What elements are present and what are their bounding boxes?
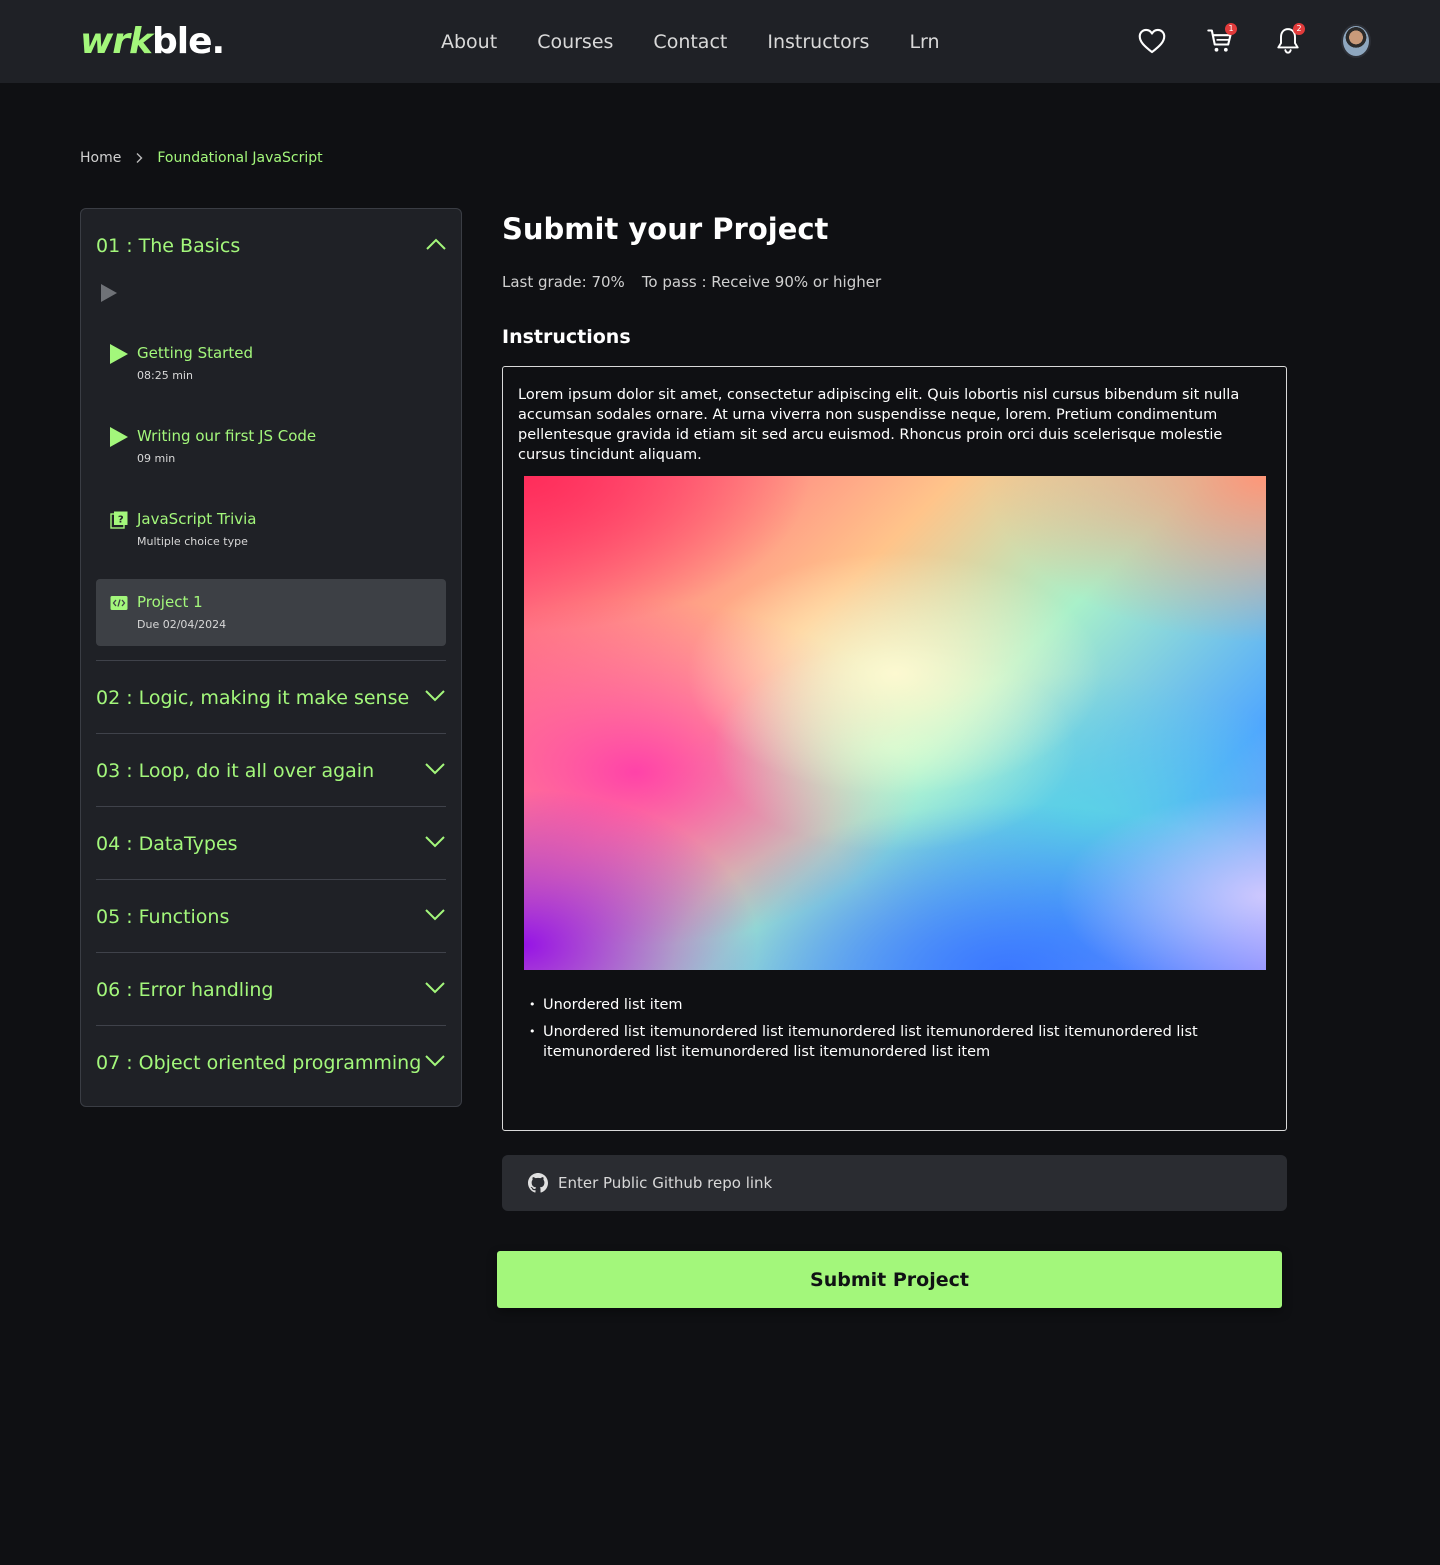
avatar <box>1341 24 1371 58</box>
cart-button[interactable]: 1 <box>1205 23 1237 57</box>
breadcrumb-home[interactable]: Home <box>80 148 121 168</box>
module-title: 07 : Object oriented programming <box>96 1052 422 1074</box>
course-sidebar: 01 : The Basics Getting Started 08:25 mi… <box>80 208 462 1107</box>
nav-instructors[interactable]: Instructors <box>767 30 869 54</box>
module-title: 02 : Logic, making it make sense <box>96 687 410 709</box>
wishlist-button[interactable] <box>1137 25 1167 57</box>
module-title: 03 : Loop, do it all over again <box>96 760 375 782</box>
instructions-heading: Instructions <box>502 326 631 348</box>
logo[interactable]: wrkble. <box>80 18 225 66</box>
github-icon <box>528 1173 548 1193</box>
breadcrumb-current[interactable]: Foundational JavaScript <box>157 148 322 168</box>
page-title: Submit your Project <box>502 212 829 246</box>
github-link-input[interactable] <box>558 1171 1258 1195</box>
cart-badge: 1 <box>1225 23 1237 35</box>
chevron-down-icon <box>425 1055 445 1067</box>
lesson-type: Multiple choice type <box>137 535 248 548</box>
notifications-badge: 2 <box>1293 23 1305 35</box>
module-item[interactable]: 07 : Object oriented programming <box>96 1025 446 1098</box>
header-actions: 1 2 <box>1137 23 1371 58</box>
nav-contact[interactable]: Contact <box>653 30 727 54</box>
lesson-title: Project 1 <box>137 593 203 611</box>
module-item[interactable]: 02 : Logic, making it make sense <box>96 660 446 733</box>
lesson-duration: 08:25 min <box>137 369 193 382</box>
module-item[interactable]: 06 : Error handling <box>96 952 446 1025</box>
chevron-down-icon <box>425 763 445 775</box>
module-title: 06 : Error handling <box>96 979 274 1001</box>
lesson-title: JavaScript Trivia <box>137 510 257 528</box>
instructions-list: Unordered list item Unordered list itemu… <box>529 995 1229 1069</box>
module-title: 04 : DataTypes <box>96 833 238 855</box>
code-icon <box>110 596 128 610</box>
submit-project-button[interactable]: Submit Project <box>497 1251 1282 1308</box>
instructions-panel: Lorem ipsum dolor sit amet, consectetur … <box>502 366 1287 1131</box>
play-icon[interactable] <box>99 283 119 303</box>
top-navbar: wrkble. About Courses Contact Instructor… <box>0 0 1440 83</box>
instructions-image <box>524 476 1266 970</box>
nav-about[interactable]: About <box>441 30 497 54</box>
lesson-due-date: Due 02/04/2024 <box>137 618 227 631</box>
module-item[interactable]: 05 : Functions <box>96 879 446 952</box>
chevron-up-icon[interactable] <box>425 237 447 251</box>
pass-requirement: To pass : Receive 90% or higher <box>641 273 882 291</box>
nav-courses[interactable]: Courses <box>537 30 613 54</box>
grade-info: Last grade: 70% To pass : Receive 90% or… <box>502 272 881 292</box>
breadcrumb: Home Foundational JavaScript <box>80 148 323 168</box>
lesson-title: Getting Started <box>137 344 253 362</box>
github-link-field[interactable] <box>502 1155 1287 1211</box>
nav-lrn[interactable]: Lrn <box>909 30 939 54</box>
play-icon <box>110 344 128 364</box>
list-item: Unordered list item <box>529 995 1229 1015</box>
chevron-down-icon <box>425 909 445 921</box>
lesson-item[interactable]: Writing our first JS Code 09 min <box>96 413 446 480</box>
module-title: 05 : Functions <box>96 906 230 928</box>
module-item[interactable]: 04 : DataTypes <box>96 806 446 879</box>
lesson-item[interactable]: Getting Started 08:25 min <box>96 330 446 397</box>
last-grade: Last grade: 70% <box>502 273 625 291</box>
lesson-title: Writing our first JS Code <box>137 427 317 445</box>
list-item: Unordered list itemunordered list itemun… <box>529 1022 1229 1062</box>
play-icon <box>110 427 128 447</box>
module-item[interactable]: 03 : Loop, do it all over again <box>96 733 446 806</box>
chevron-down-icon <box>425 982 445 994</box>
quiz-icon: ? <box>110 511 128 529</box>
notifications-button[interactable]: 2 <box>1273 23 1305 57</box>
module-title-open[interactable]: 01 : The Basics <box>96 233 240 259</box>
lesson-item-active[interactable]: Project 1 Due 02/04/2024 <box>96 579 446 646</box>
main-nav: About Courses Contact Instructors Lrn <box>441 30 940 54</box>
profile-button[interactable] <box>1341 24 1371 58</box>
svg-text:?: ? <box>118 515 124 526</box>
chevron-down-icon <box>425 690 445 702</box>
chevron-right-icon <box>136 153 143 163</box>
instructions-text: Lorem ipsum dolor sit amet, consectetur … <box>518 387 1240 463</box>
lesson-duration: 09 min <box>137 452 176 465</box>
chevron-down-icon <box>425 836 445 848</box>
heart-icon <box>1138 28 1166 54</box>
lesson-item[interactable]: ? JavaScript Trivia Multiple choice type <box>96 496 446 563</box>
